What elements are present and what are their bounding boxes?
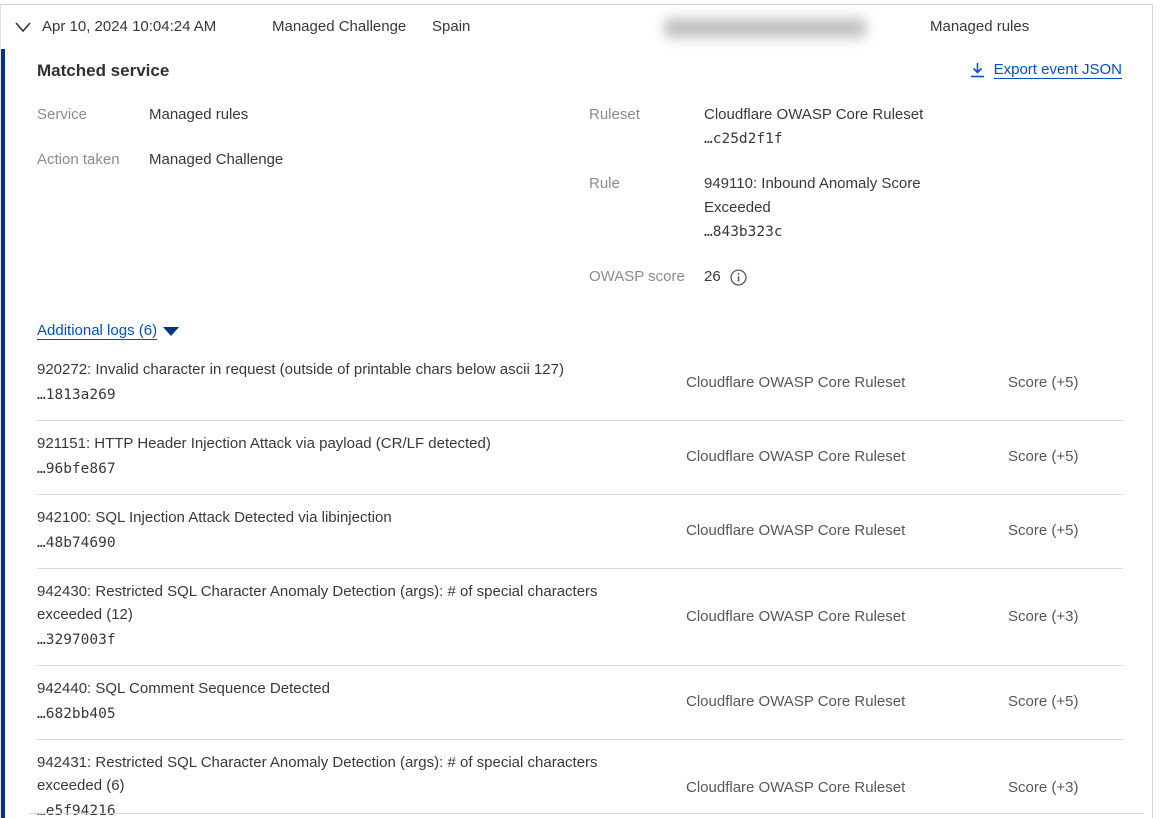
ruleset-field: Ruleset Cloudflare OWASP Core Ruleset …c… [589,103,949,151]
log-score: Score (+5) [1008,522,1123,539]
rule-value: 949110: Inbound Anomaly Score Exceeded [704,172,949,220]
log-row: 921151: HTTP Header Injection Attack via… [37,421,1123,495]
log-row: 942100: SQL Injection Attack Detected vi… [37,495,1123,569]
rule-field: Rule 949110: Inbound Anomaly Score Excee… [589,172,949,244]
log-score: Score (+5) [1008,448,1123,465]
log-row: 942440: SQL Comment Sequence Detected …6… [37,666,1123,740]
chevron-down-icon[interactable] [14,20,32,34]
log-ruleset: Cloudflare OWASP Core Ruleset [686,448,1008,465]
log-rule-hash: …1813a269 [37,384,646,407]
log-description: 921151: HTTP Header Injection Attack via… [37,432,646,455]
log-ruleset: Cloudflare OWASP Core Ruleset [686,374,1008,391]
log-ruleset: Cloudflare OWASP Core Ruleset [686,779,1008,796]
action-taken-field: Action taken Managed Challenge [37,148,283,172]
service-label: Service [37,103,149,127]
rule-label: Rule [589,172,704,244]
event-country: Spain [432,18,470,35]
log-row: 920272: Invalid character in request (ou… [37,347,1123,421]
additional-logs-toggle[interactable]: Additional logs (6) [37,322,1122,339]
log-ruleset: Cloudflare OWASP Core Ruleset [686,522,1008,539]
log-description: 942440: SQL Comment Sequence Detected [37,677,646,700]
log-rule-hash: …682bb405 [37,703,646,726]
export-event-json-label: Export event JSON [994,61,1122,78]
log-description: 942431: Restricted SQL Character Anomaly… [37,751,646,797]
action-taken-label: Action taken [37,148,149,172]
event-panel: Apr 10, 2024 10:04:24 AM Managed Challen… [0,4,1153,818]
download-icon [970,62,985,78]
log-score: Score (+3) [1008,608,1123,625]
event-detail-panel: Matched service Export event JSON Servic… [1,49,1152,818]
owasp-score-label: OWASP score [589,265,704,289]
redacted-host-blur [664,18,866,38]
matched-service-title: Matched service [37,61,169,81]
additional-logs-table: 920272: Invalid character in request (ou… [37,347,1123,818]
owasp-score-value: 26 [704,265,721,289]
info-icon[interactable] [730,269,747,286]
action-taken-value: Managed Challenge [149,148,283,172]
log-score: Score (+3) [1008,779,1123,796]
event-summary-row[interactable]: Apr 10, 2024 10:04:24 AM Managed Challen… [1,5,1152,49]
log-score: Score (+5) [1008,374,1123,391]
rule-hash: …843b323c [704,220,949,244]
ruleset-value: Cloudflare OWASP Core Ruleset [704,103,949,127]
event-service: Managed rules [930,18,1029,35]
log-ruleset: Cloudflare OWASP Core Ruleset [686,693,1008,710]
event-action: Managed Challenge [272,18,406,35]
service-field: Service Managed rules [37,103,283,127]
additional-logs-label: Additional logs (6) [37,322,157,339]
log-ruleset: Cloudflare OWASP Core Ruleset [686,608,1008,625]
export-event-json-link[interactable]: Export event JSON [970,61,1122,78]
log-rule-hash: …96bfe867 [37,458,646,481]
security-event-detail-view: Apr 10, 2024 10:04:24 AM Managed Challen… [0,0,1160,818]
log-score: Score (+5) [1008,693,1123,710]
log-rule-hash: …e5f94216 [37,800,646,818]
log-rule-hash: …3297003f [37,629,646,652]
log-row: 942430: Restricted SQL Character Anomaly… [37,569,1123,666]
log-description: 942430: Restricted SQL Character Anomaly… [37,580,646,626]
event-timestamp: Apr 10, 2024 10:04:24 AM [42,18,216,35]
caret-down-icon [163,327,179,336]
ruleset-label: Ruleset [589,103,704,151]
owasp-score-field: OWASP score 26 [589,265,949,289]
service-value: Managed rules [149,103,248,127]
ruleset-hash: …c25d2f1f [704,127,949,151]
log-row: 942431: Restricted SQL Character Anomaly… [37,740,1123,818]
log-rule-hash: …48b74690 [37,532,646,555]
log-description: 920272: Invalid character in request (ou… [37,358,646,381]
next-row-divider [29,813,1144,814]
log-description: 942100: SQL Injection Attack Detected vi… [37,506,646,529]
matched-service-fields: Service Managed rules Action taken Manag… [37,103,1122,318]
